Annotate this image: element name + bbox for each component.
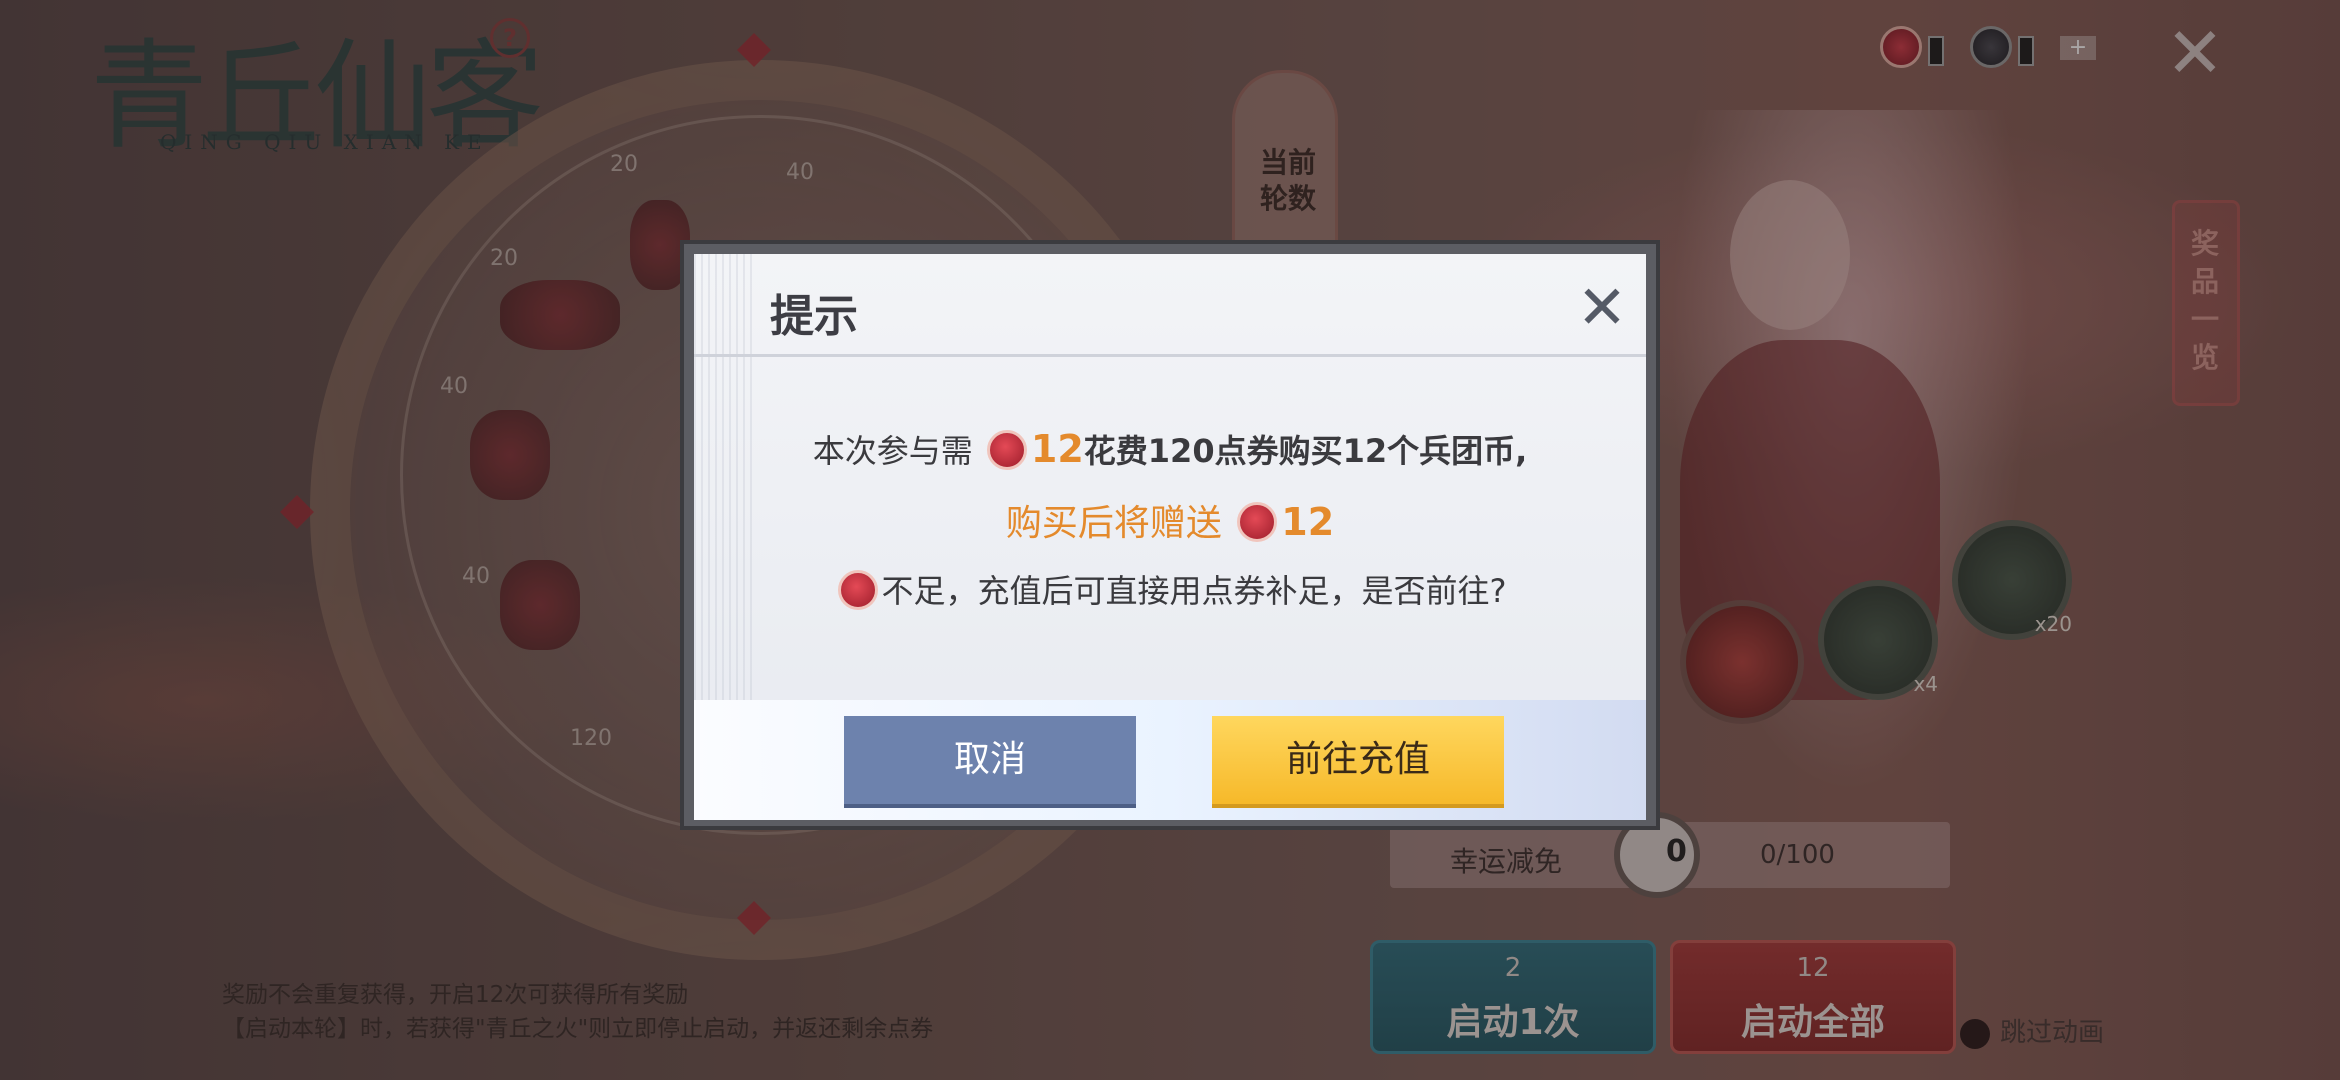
cancel-button[interactable]: 取消 xyxy=(844,716,1136,808)
recharge-button[interactable]: 前往充值 xyxy=(1212,716,1504,808)
dialog-message-line2: 购买后将赠送 12 xyxy=(694,494,1646,546)
dialog-divider xyxy=(694,354,1646,357)
dialog-message-line3: 不足，充值后可直接用点券补足，是否前往? xyxy=(694,566,1646,613)
coin-count: 12 xyxy=(1030,427,1084,471)
prompt-dialog: 提示 ✕ 本次参与需 12花费120点券购买12个兵团币, 购买后将赠送 12 … xyxy=(680,240,1660,830)
dialog-message-line1: 本次参与需 12花费120点券购买12个兵团币, xyxy=(694,426,1646,473)
dialog-body: 提示 ✕ 本次参与需 12花费120点券购买12个兵团币, 购买后将赠送 12 … xyxy=(694,254,1646,820)
message-prefix: 本次参与需 xyxy=(812,432,973,470)
dialog-close-icon[interactable]: ✕ xyxy=(1572,278,1632,338)
legion-coin-icon xyxy=(1237,502,1278,542)
dialog-title: 提示 xyxy=(770,291,858,342)
bonus-text: 购买后将赠送 xyxy=(1005,503,1222,544)
legion-coin-icon xyxy=(837,570,878,610)
message-suffix: 花费120点券购买12个兵团币, xyxy=(1083,432,1528,470)
insufficient-text: 不足，充值后可直接用点券补足，是否前往? xyxy=(881,572,1507,610)
bonus-coin-count: 12 xyxy=(1281,500,1335,544)
legion-coin-icon xyxy=(986,430,1027,470)
